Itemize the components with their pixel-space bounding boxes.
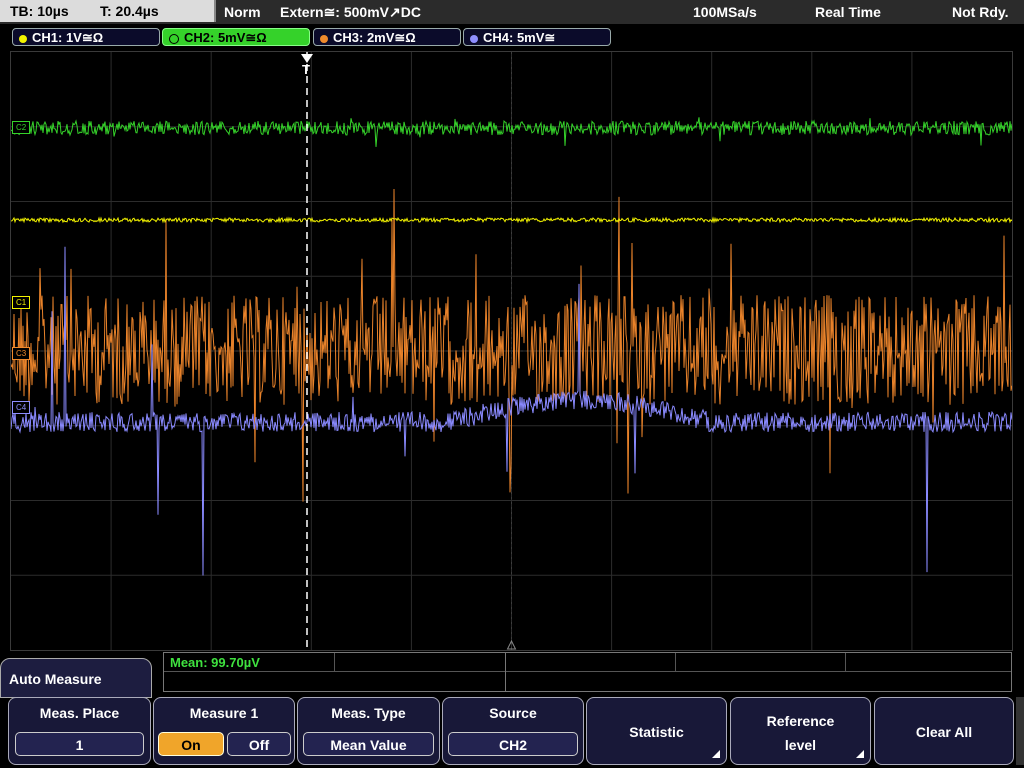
softkey-scrollbar[interactable] [1016,697,1024,765]
timebase: TB: 10µs [10,3,69,19]
reference-level-label-line1: Reference [766,713,835,729]
source-softkey[interactable]: Source CH2 [442,697,584,765]
ch2-dot-icon [169,33,179,44]
meas-type-value[interactable]: Mean Value [303,732,434,756]
ch4-label: CH4: 5mV≅ [483,30,556,45]
ch3-label: CH3: 2mV≅Ω [333,30,416,45]
meas-place-value[interactable]: 1 [15,732,144,756]
source-value[interactable]: CH2 [448,732,578,756]
statistic-softkey[interactable]: Statistic [586,697,727,765]
mean-measurement: Mean: 99.70µV [170,655,260,670]
ch3-dot-icon [320,34,328,43]
trigger-time: T: 20.4µs [100,3,159,19]
acquisition-mode: Real Time [815,4,881,20]
measure1-softkey[interactable]: Measure 1 On Off [153,697,295,765]
tab-ch3[interactable]: CH3: 2mV≅Ω [313,28,461,46]
clear-all-label: Clear All [915,724,973,740]
ch4-position-marker[interactable]: C4 [12,401,31,414]
measure1-label: Measure 1 [189,705,259,721]
ch3-position-marker[interactable]: C3 [12,347,31,360]
trigger-mode[interactable]: Norm [224,0,261,24]
trigger-source[interactable]: Extern≅: 500mV↗DC [280,0,421,24]
reference-level-softkey[interactable]: Reference level [730,697,871,765]
ch2-label: CH2: 5mV≅Ω [184,30,267,45]
submenu-corner-icon [856,750,864,758]
meas-type-softkey[interactable]: Meas. Type Mean Value [297,697,440,765]
submenu-corner-icon [712,750,720,758]
reference-level-label-line2: level [784,737,817,753]
ch2-position-marker[interactable]: C2 [12,121,31,134]
meas-place-label: Meas. Place [39,705,120,721]
sample-rate: 100MSa/s [693,4,757,20]
acquisition-state: Not Rdy. [952,4,1009,20]
measure1-on-button[interactable]: On [158,732,224,756]
tab-ch1[interactable]: CH1: 1V≅Ω [12,28,160,46]
menu-title: Auto Measure [0,658,152,698]
source-label: Source [489,705,537,721]
measure1-off-button[interactable]: Off [227,732,291,756]
waveform-display[interactable] [10,51,1013,651]
waveform-canvas [11,52,1012,650]
ch1-dot-icon [19,34,27,43]
tab-ch2[interactable]: CH2: 5mV≅Ω [162,28,310,46]
meas-place-softkey[interactable]: Meas. Place 1 [8,697,151,765]
trigger-marker-label: T [302,62,310,77]
statistic-label: Statistic [629,724,684,740]
timebase-box[interactable]: TB: 10µs T: 20.4µs [0,0,216,22]
tab-ch4[interactable]: CH4: 5mV≅ [463,28,611,46]
ch1-position-marker[interactable]: C1 [12,296,31,309]
measurement-strip: Mean: 99.70µV [163,652,1012,692]
clear-all-softkey[interactable]: Clear All [874,697,1014,765]
ch1-label: CH1: 1V≅Ω [32,30,104,45]
ch4-dot-icon [470,34,478,43]
status-bar: TB: 10µs T: 20.4µs Norm Extern≅: 500mV↗D… [0,0,1024,24]
trigger-arrow-icon[interactable] [301,51,313,63]
meas-type-label: Meas. Type [331,705,406,721]
